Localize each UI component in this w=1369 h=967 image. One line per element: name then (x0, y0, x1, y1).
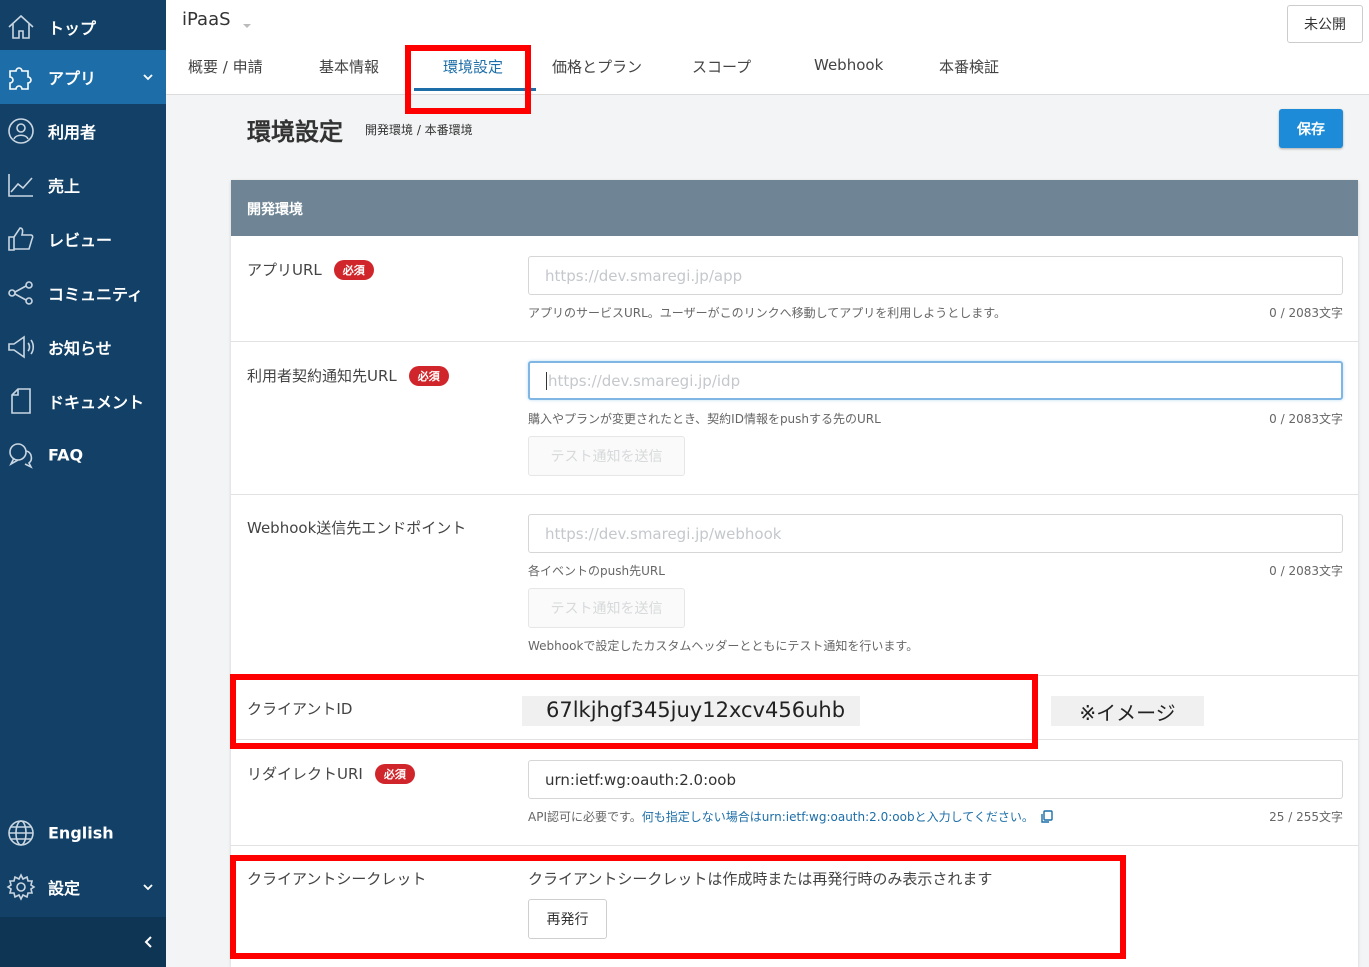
app-name[interactable]: iPaaS (182, 9, 231, 30)
chat-icon (6, 440, 36, 470)
app-url-help: アプリのサービスURL。ユーザーがこのリンクへ移動してアプリを利用しようとします… (528, 306, 1007, 320)
app-url-label: アプリURL 必須 (247, 259, 374, 280)
client-secret-label: クライアントシークレット (247, 870, 427, 888)
redirect-uri-input[interactable]: urn:ietf:wg:oauth:2.0:oob (528, 760, 1343, 799)
tab-overview[interactable]: 概要 / 申請 (188, 56, 263, 94)
sidebar-item-label: コミュニティ (48, 285, 144, 304)
document-icon (6, 386, 36, 416)
divider (231, 739, 1358, 740)
sidebar-item-language[interactable]: English (0, 806, 166, 860)
save-button[interactable]: 保存 (1279, 109, 1343, 148)
tab-webhook[interactable]: Webhook (814, 56, 883, 94)
client-id-label: クライアントID (247, 700, 353, 718)
sidebar-item-review[interactable]: レビュー (0, 212, 166, 266)
sidebar-item-users[interactable]: 利用者 (0, 104, 166, 158)
redirect-uri-help: API認可に必要です。何も指定しない場合はurn:ietf:wg:oauth:2… (528, 808, 1053, 825)
divider (231, 845, 1358, 846)
divider (231, 494, 1358, 495)
sidebar-collapse-button[interactable] (0, 917, 166, 967)
chevron-down-icon (143, 74, 153, 81)
sidebar-item-label: レビュー (48, 231, 113, 250)
thumbs-up-icon (6, 224, 36, 254)
sidebar-item-top[interactable]: トップ (0, 0, 166, 54)
app-url-count: 0 / 2083文字 (1269, 306, 1343, 320)
client-secret-note: クライアントシークレットは作成時または再発行時のみ表示されます (528, 870, 993, 888)
chevron-left-icon (144, 936, 152, 948)
reissue-button[interactable]: 再発行 (528, 899, 607, 939)
webhook-count: 0 / 2083文字 (1269, 564, 1343, 578)
sidebar-item-label: English (48, 823, 114, 843)
required-badge: 必須 (408, 366, 449, 386)
tab-pricing[interactable]: 価格とプラン (552, 56, 642, 94)
caret-down-icon[interactable] (242, 22, 252, 30)
sidebar-item-label: 利用者 (48, 123, 97, 142)
app-url-label-text: アプリURL (247, 261, 322, 279)
page-subtitle: 開発環境 / 本番環境 (365, 123, 473, 137)
sidebar-item-label: 設定 (48, 879, 81, 898)
publish-status-button[interactable]: 未公開 (1287, 5, 1363, 43)
header: iPaaS 未公開 概要 / 申請 基本情報 環境設定 価格とプラン スコープ … (166, 0, 1369, 95)
sidebar-item-sales[interactable]: 売上 (0, 158, 166, 212)
app-url-input[interactable]: https://dev.smaregi.jp/app (528, 256, 1343, 295)
sidebar-item-app[interactable]: アプリ (0, 50, 166, 104)
redirect-uri-label: リダイレクトURI 必須 (247, 763, 415, 784)
section-header: 開発環境 (231, 180, 1358, 236)
client-id-value: 67lkjhgf345juy12xcv456uhb (522, 696, 860, 726)
contract-url-label-text: 利用者契約通知先URL (247, 367, 397, 385)
redirect-uri-value: urn:ietf:wg:oauth:2.0:oob (545, 770, 736, 789)
webhook-label: Webhook送信先エンドポイント (247, 519, 467, 537)
divider (231, 341, 1358, 342)
redirect-uri-help-text: API認可に必要です。 (528, 810, 642, 824)
sidebar-item-label: ドキュメント (48, 393, 145, 412)
sidebar-item-label: お知らせ (48, 339, 112, 358)
sidebar-item-label: 売上 (48, 177, 81, 196)
webhook-note: Webhookで設定したカスタムヘッダーとともにテスト通知を行います。 (528, 639, 919, 653)
tab-production-check[interactable]: 本番検証 (939, 56, 999, 94)
chevron-down-icon (143, 884, 153, 891)
contract-url-label: 利用者契約通知先URL 必須 (247, 365, 449, 386)
contract-url-input[interactable]: https://dev.smaregi.jp/idp (528, 361, 1343, 400)
home-icon (6, 12, 36, 42)
sidebar-item-community[interactable]: コミュニティ (0, 266, 166, 320)
sidebar-item-label: FAQ (48, 445, 84, 465)
divider (231, 675, 1358, 676)
image-note: ※イメージ (1051, 696, 1204, 726)
sidebar-item-label: アプリ (48, 69, 97, 88)
puzzle-icon (6, 62, 36, 92)
gear-icon (6, 872, 36, 902)
sidebar-item-label: トップ (48, 19, 97, 38)
redirect-uri-label-text: リダイレクトURI (247, 765, 363, 783)
redirect-uri-copy-link[interactable]: 何も指定しない場合はurn:ietf:wg:oauth:2.0:oobと入力して… (642, 810, 1034, 824)
required-badge: 必須 (374, 764, 415, 784)
text-cursor (546, 371, 547, 390)
share-icon (6, 278, 36, 308)
chart-icon (6, 170, 36, 200)
sidebar-item-faq[interactable]: FAQ (0, 428, 166, 482)
sidebar-item-document[interactable]: ドキュメント (0, 374, 166, 428)
tab-scope[interactable]: スコープ (692, 56, 751, 94)
contract-url-count: 0 / 2083文字 (1269, 412, 1343, 426)
required-badge: 必須 (333, 260, 374, 280)
contract-test-button[interactable]: テスト通知を送信 (528, 436, 685, 476)
user-icon (6, 116, 36, 146)
contract-url-help: 購入やプランが変更されたとき、契約ID情報をpushする先のURL (528, 412, 881, 426)
page-title: 環境設定 (247, 118, 343, 146)
copy-icon[interactable] (1041, 810, 1053, 823)
contract-url-placeholder: https://dev.smaregi.jp/idp (548, 371, 741, 390)
sidebar-item-settings[interactable]: 設定 (0, 860, 166, 914)
webhook-placeholder: https://dev.smaregi.jp/webhook (545, 524, 782, 543)
sidebar-item-news[interactable]: お知らせ (0, 320, 166, 374)
tab-basic-info[interactable]: 基本情報 (319, 56, 379, 94)
active-tab-indicator (414, 88, 536, 91)
redirect-uri-count: 25 / 255文字 (1269, 810, 1343, 824)
webhook-input[interactable]: https://dev.smaregi.jp/webhook (528, 514, 1343, 553)
sidebar: トップ アプリ 利用者 売上 レビュー コミュニティ お知らせ ドキュメント F… (0, 0, 166, 967)
webhook-test-button[interactable]: テスト通知を送信 (528, 588, 685, 628)
webhook-help: 各イベントのpush先URL (528, 564, 665, 578)
globe-icon (6, 818, 36, 848)
megaphone-icon (6, 332, 36, 362)
app-url-placeholder: https://dev.smaregi.jp/app (545, 266, 743, 285)
environment-card: 開発環境 アプリURL 必須 https://dev.smaregi.jp/app… (231, 180, 1358, 967)
